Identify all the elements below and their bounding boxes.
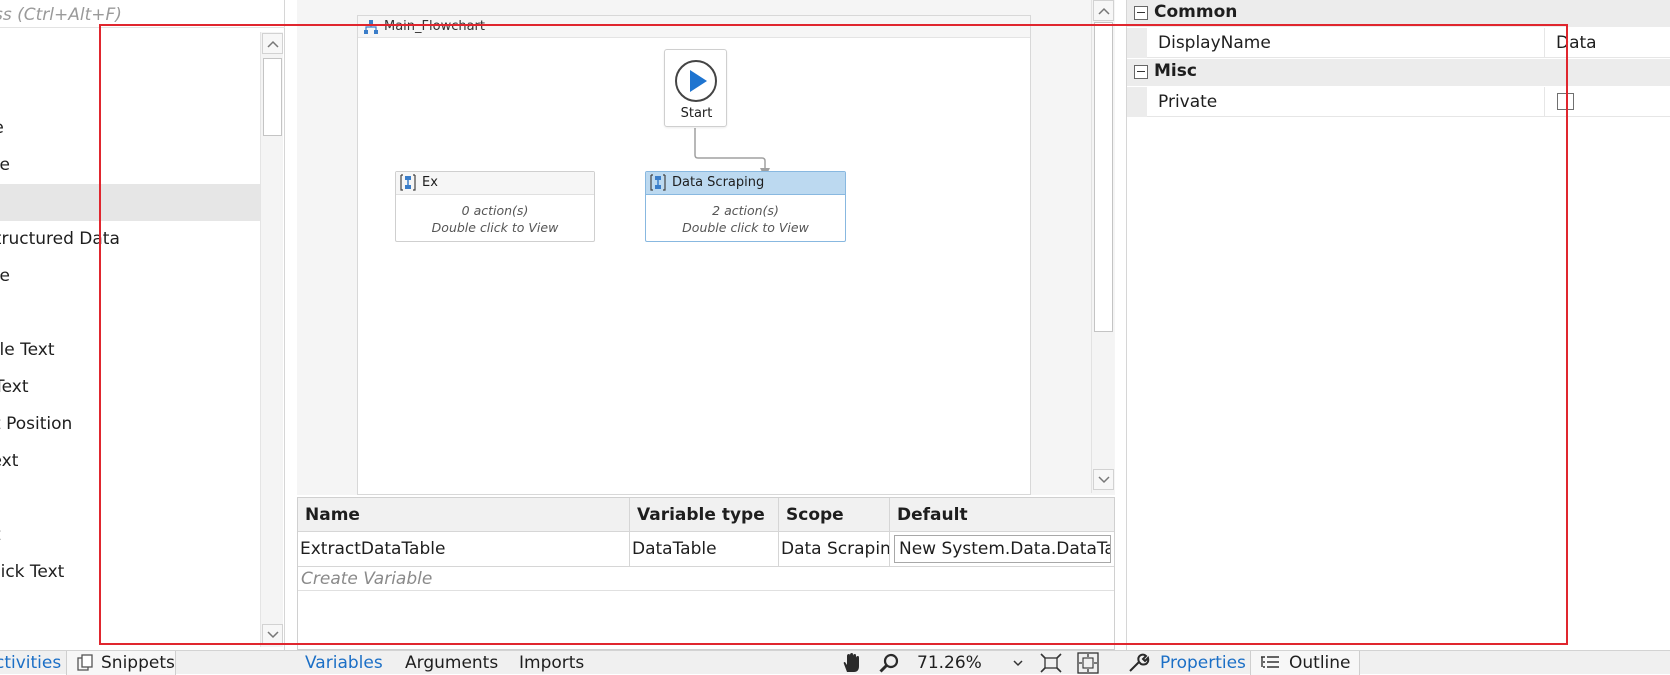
scroll-down-button[interactable] <box>262 624 283 645</box>
private-checkbox[interactable] <box>1557 93 1574 110</box>
scroll-up-button[interactable] <box>262 33 283 54</box>
row-gutter <box>1127 87 1147 117</box>
collapse-icon[interactable] <box>1134 65 1148 79</box>
sequence-header: Data Scraping <box>646 172 845 195</box>
hand-tool-icon[interactable] <box>841 653 863 673</box>
create-variable-row[interactable]: Create Variable <box>298 567 1114 591</box>
column-header-scope[interactable]: Scope <box>779 498 890 532</box>
sequence-body: 0 action(s) Double click to View <box>396 202 594 236</box>
sequence-icon <box>650 174 666 191</box>
tab-activities[interactable]: ctivities <box>0 651 62 675</box>
sequence-title: Ex <box>422 175 438 190</box>
tab-outline[interactable]: Outline <box>1250 651 1360 675</box>
sequence-node-ex[interactable]: Ex 0 action(s) Double click to View <box>395 171 595 242</box>
activity-item[interactable]: Text <box>0 443 260 480</box>
start-node[interactable]: Start <box>664 49 727 127</box>
variable-scope-cell[interactable]: Data Scraping <box>779 532 890 567</box>
zoom-icon[interactable] <box>879 653 899 673</box>
overview-icon[interactable] <box>1077 652 1099 674</box>
view-hint: Double click to View <box>431 220 559 235</box>
tab-properties[interactable]: Properties <box>1128 651 1248 675</box>
activity-item[interactable]: xt <box>0 517 260 554</box>
variable-name-cell[interactable]: ExtractDataTable <box>298 532 630 567</box>
collapse-icon[interactable] <box>1134 6 1148 20</box>
activity-item[interactable]: ine <box>0 147 260 184</box>
tab-snippets[interactable]: Snippets <box>66 651 176 675</box>
activity-item[interactable]: xt Position <box>0 406 260 443</box>
action-count: 0 action(s) <box>461 203 529 218</box>
sequence-body: 2 action(s) Double click to View <box>646 202 845 236</box>
activity-item[interactable]: ce <box>0 110 260 147</box>
action-count: 2 action(s) <box>712 203 779 218</box>
designer-scrollbar[interactable] <box>1091 0 1114 493</box>
activity-item[interactable]: ine <box>0 258 260 295</box>
activity-item[interactable]: ible Text <box>0 332 260 369</box>
activities-scrollbar[interactable] <box>260 32 283 647</box>
zoom-select[interactable]: 71.26% <box>917 651 1027 675</box>
sequence-icon <box>400 174 416 191</box>
play-icon <box>675 60 717 102</box>
chevron-down-icon <box>267 631 279 639</box>
scroll-up-button[interactable] <box>1093 0 1114 21</box>
column-header-variable-type[interactable]: Variable type <box>630 498 779 532</box>
activities-panel: ss (Ctrl+Alt+F) ce ine Structured Data i… <box>0 0 285 650</box>
activities-search-input[interactable]: ss (Ctrl+Alt+F) <box>0 2 285 28</box>
scroll-down-button[interactable] <box>1093 469 1114 490</box>
activity-item[interactable]: Click Text <box>0 554 260 591</box>
wrench-icon <box>1129 653 1150 672</box>
property-row-private[interactable]: Private <box>1127 87 1670 117</box>
sequence-header: Ex <box>396 172 594 195</box>
variable-default-input[interactable]: New System.Data.DataTa <box>894 535 1111 563</box>
flowchart-container[interactable]: Main_Flowchart Start Ex 0 action(s) Doub… <box>357 15 1031 495</box>
view-hint: Double click to View <box>682 220 809 235</box>
chevron-down-icon <box>1013 660 1023 667</box>
zoom-value: 71.26% <box>917 653 982 673</box>
bottom-toolbar: ctivities Snippets Variables Arguments I… <box>0 650 1670 675</box>
column-header-name[interactable]: Name <box>298 498 630 532</box>
fit-to-screen-icon[interactable] <box>1040 653 1062 673</box>
row-gutter <box>1127 28 1147 58</box>
property-name: DisplayName <box>1158 28 1545 58</box>
tab-imports[interactable]: Imports <box>519 651 584 675</box>
category-label: Common <box>1154 2 1238 22</box>
outline-icon <box>1261 656 1279 668</box>
tab-variables[interactable]: Variables <box>305 651 383 675</box>
property-name: Private <box>1158 87 1545 117</box>
variable-type-cell[interactable]: DataTable <box>630 532 779 567</box>
properties-panel: Common DisplayName Data Scraping Misc Pr… <box>1126 0 1670 650</box>
property-row-displayname[interactable]: DisplayName Data Scraping <box>1127 28 1670 83</box>
activity-item[interactable] <box>0 480 260 517</box>
scroll-thumb[interactable] <box>1094 22 1113 332</box>
column-header-default[interactable]: Default <box>890 498 1114 532</box>
activity-item[interactable]: Structured Data <box>0 221 260 258</box>
start-label: Start <box>680 106 713 121</box>
category-common[interactable]: Common <box>1127 0 1670 27</box>
category-label: Misc <box>1154 61 1197 81</box>
variables-grid: Name Variable type Scope Default Extract… <box>297 497 1115 650</box>
scroll-thumb[interactable] <box>263 58 282 136</box>
chevron-down-icon <box>1098 476 1110 484</box>
chevron-up-icon <box>267 40 279 48</box>
chevron-up-icon <box>1098 7 1110 15</box>
activity-item[interactable]: l Text <box>0 369 260 406</box>
snippets-icon <box>77 654 93 671</box>
tab-arguments[interactable]: Arguments <box>405 651 498 675</box>
variable-default-cell[interactable]: New System.Data.DataTa <box>890 532 1114 567</box>
sequence-node-data-scraping[interactable]: Data Scraping 2 action(s) Double click t… <box>645 171 846 242</box>
activity-item-selected[interactable] <box>0 184 260 221</box>
sequence-title: Data Scraping <box>672 175 765 190</box>
category-misc[interactable]: Misc <box>1127 59 1670 86</box>
activity-item[interactable] <box>0 295 260 332</box>
